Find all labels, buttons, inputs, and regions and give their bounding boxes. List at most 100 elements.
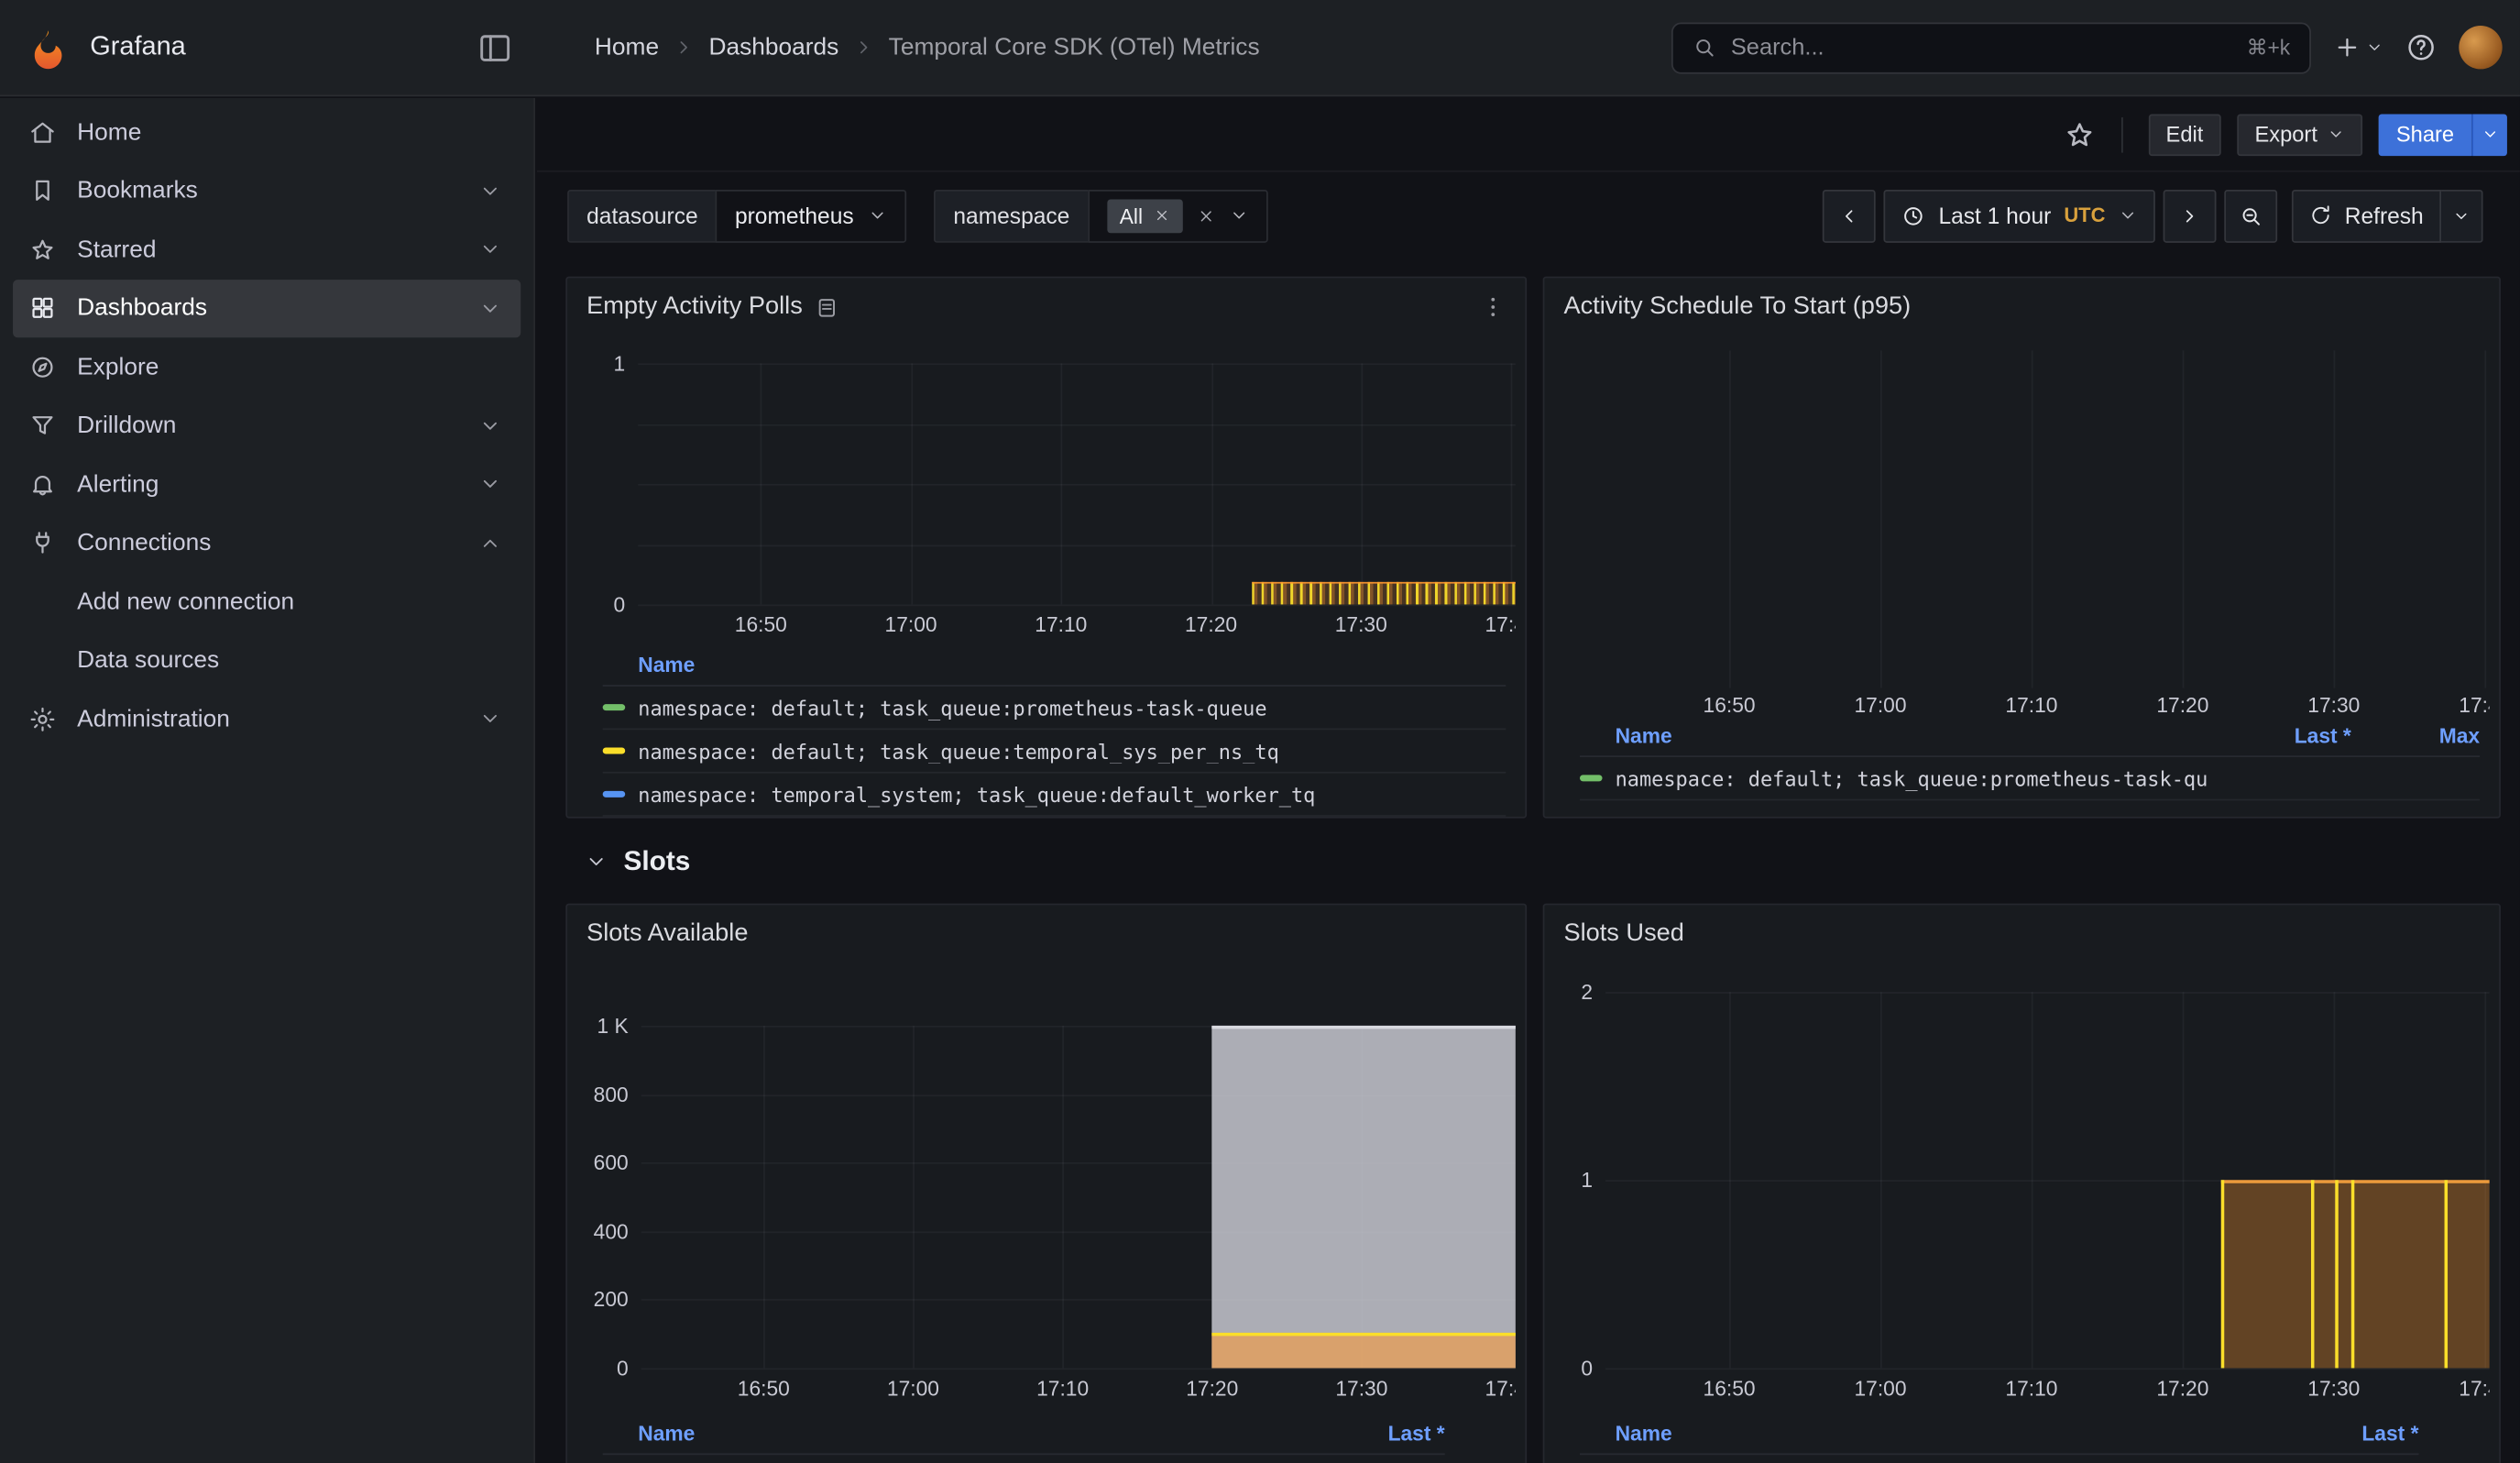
controls-row: datasource prometheus namespace All [537,188,2520,243]
panel-header: Activity Schedule To Start (p95) [1544,278,2499,336]
refresh-button[interactable]: Refresh [2292,189,2441,242]
panel-header: Slots Available [567,905,1525,962]
breadcrumb-home[interactable]: Home [595,34,659,61]
chevron-down-icon [2366,38,2383,56]
sidebar-item-drilldown[interactable]: Drilldown [13,396,520,455]
panel-empty-activity-polls[interactable]: Empty Activity Polls 1 0 16:5017:00 17:1… [565,277,1527,819]
legend: Name Last * Max namespace: default; task… [1544,715,2499,800]
plus-icon [2334,34,2361,61]
legend-last-column[interactable]: Last * [1300,1421,1445,1445]
search-icon [1693,36,1716,60]
legend-name-column[interactable]: Name [603,1421,1300,1445]
legend-name-column[interactable]: Name [1580,723,2207,747]
bell-icon [29,470,57,498]
breadcrumb-dashboards[interactable]: Dashboards [708,34,838,61]
dashboards-grid-icon [29,294,57,322]
chevron-down-icon[interactable] [479,180,502,203]
namespace-select[interactable]: All [1088,189,1268,242]
chart-plot-area[interactable] [1605,350,2490,688]
brand-name: Grafana [90,32,186,62]
search-shortcut: ⌘+k [2247,35,2291,60]
search-input[interactable]: Search... ⌘+k [1671,22,2311,73]
chevron-right-icon [674,37,695,58]
legend-last-column[interactable]: Last * [2207,723,2351,747]
sidebar-item-explore[interactable]: Explore [13,337,520,396]
series-spike [2350,1180,2354,1368]
zoom-out-button[interactable] [2224,189,2277,242]
chart-plot-area[interactable] [641,1026,1516,1369]
sidebar-item-dashboards[interactable]: Dashboards [13,279,520,337]
add-button[interactable] [2334,34,2383,61]
star-icon [29,236,57,263]
legend-row[interactable]: namespace: default; task_queue:prometheu… [603,687,1507,730]
legend-row[interactable]: namespace: temporal_system; task_queue:d… [603,774,1507,817]
dashboard-main: Edit Export Share datasource prometheus [537,98,2520,1463]
series-spike [2311,1180,2315,1368]
chevron-left-icon [1839,205,1860,226]
datasource-label: datasource [567,189,716,242]
legend-name-column[interactable]: Name [603,653,696,676]
export-button[interactable]: Export [2237,114,2362,156]
sidebar-item-starred[interactable]: Starred [13,220,520,279]
dashboard-toolbar: Edit Export Share [537,98,2520,172]
legend-row[interactable]: namespace: default; task_queue:prometheu… [1580,1455,2418,1463]
legend-last-column[interactable]: Last * [2274,1421,2419,1445]
time-shift-back-button[interactable] [1823,189,1876,242]
sidebar-item-home[interactable]: Home [13,103,520,161]
sidebar-item-bookmarks[interactable]: Bookmarks [13,161,520,220]
clear-selection-icon[interactable] [1198,206,1215,224]
legend-header: Name Last * [1580,1414,2418,1456]
panel-description-icon[interactable] [816,295,839,319]
dock-sidebar-icon[interactable] [477,30,513,66]
favorite-star-button[interactable] [2063,118,2095,150]
sidebar-item-alerting[interactable]: Alerting [13,455,520,513]
share-dropdown-button[interactable] [2471,114,2507,156]
chevron-down-icon[interactable] [479,238,502,261]
chevron-down-icon [2118,205,2137,225]
refresh-icon [2309,204,2332,227]
datasource-select[interactable]: prometheus [716,189,907,242]
series-area-available-slots [1212,1026,1516,1369]
breadcrumb: Home Dashboards Temporal Core SDK (OTel)… [595,34,1260,61]
chevron-up-icon[interactable] [479,532,502,555]
edit-button[interactable]: Edit [2148,114,2220,156]
legend-name-column[interactable]: Name [1580,1421,2274,1445]
chevron-down-icon[interactable] [479,297,502,320]
share-split-button: Share [2379,114,2507,156]
chevron-down-icon[interactable] [479,414,502,437]
legend-row[interactable]: namespace: default; task_queue:prometheu… [1580,757,2480,800]
share-button[interactable]: Share [2379,114,2472,156]
sidebar-item-add-new-connection[interactable]: Add new connection [13,572,520,631]
time-shift-forward-button[interactable] [2164,189,2217,242]
gear-icon [29,705,57,732]
chevron-right-icon [2179,205,2200,226]
legend-max-column[interactable]: Max [2390,723,2480,747]
help-button[interactable] [2405,32,2436,62]
namespace-variable: namespace All [934,189,1268,242]
panel-menu-icon[interactable] [1480,294,1506,320]
panel-title: Empty Activity Polls [586,292,803,322]
x-axis: 16:5017:00 17:1017:20 17:3017:40 [638,612,1516,642]
legend-row[interactable]: namespace: default; task_queue:prometheu… [603,1455,1445,1463]
user-avatar[interactable] [2459,26,2502,69]
refresh-interval-dropdown[interactable] [2441,189,2483,242]
chevron-down-icon[interactable] [479,473,502,496]
legend-row[interactable]: namespace: default; task_queue:temporal_… [603,730,1507,773]
row-section-slots[interactable]: Slots [585,839,690,884]
sidebar-item-connections[interactable]: Connections [13,513,520,572]
time-range-picker[interactable]: Last 1 hour UTC [1884,189,2155,242]
panel-header: Slots Used [1544,905,2499,962]
sidebar-item-administration[interactable]: Administration [13,689,520,748]
close-icon[interactable] [1154,207,1170,224]
series-square-wave [1253,582,1516,605]
namespace-value-tag[interactable]: All [1107,199,1183,233]
panel-activity-schedule-to-start[interactable]: Activity Schedule To Start (p95) 16:5017… [1543,277,2501,819]
series-area-activity-slots [1212,1333,1516,1369]
sidebar-item-data-sources[interactable]: Data sources [13,631,520,689]
chevron-down-icon [2327,126,2344,143]
chart-plot-area[interactable] [638,363,1516,604]
panel-slots-used[interactable]: Slots Used 2 1 0 [1543,904,2501,1463]
panel-slots-available[interactable]: Slots Available 1 K 800 600 400 200 0 [565,904,1527,1463]
chevron-down-icon[interactable] [479,708,502,731]
chart-plot-area[interactable] [1605,992,2490,1368]
